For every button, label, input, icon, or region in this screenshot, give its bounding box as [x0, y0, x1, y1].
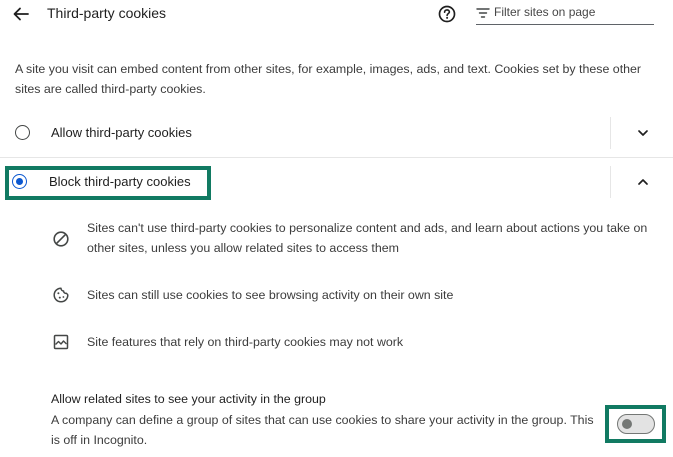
arrow-back-icon [13, 7, 29, 21]
collapse-block-button[interactable] [635, 174, 651, 190]
filter-sites-field [476, 2, 654, 25]
row-divider [610, 166, 611, 198]
allow-option-label: Allow third-party cookies [51, 125, 192, 140]
chevron-up-icon [638, 179, 648, 185]
filter-icon [476, 8, 490, 18]
related-sites-title: Allow related sites to see your activity… [51, 392, 326, 406]
block-detail-text: Sites can still use cookies to see brows… [87, 288, 454, 302]
block-detail-text: Sites can't use third-party cookies to p… [87, 221, 648, 255]
help-button[interactable] [437, 4, 457, 24]
block-icon [53, 231, 69, 247]
page-header: Third-party cookies [0, 0, 673, 28]
chevron-down-icon [638, 130, 648, 136]
toggle-knob [622, 418, 632, 429]
block-radio-button[interactable] [12, 174, 27, 189]
block-option-label: Block third-party cookies [49, 174, 191, 189]
page-title: Third-party cookies [47, 5, 167, 21]
block-detail-text: Site features that rely on third-party c… [87, 335, 404, 349]
image-broken-icon [53, 334, 69, 350]
cookie-settings-page: Third-party cookies A site you visit can… [0, 0, 673, 457]
option-block-third-party-cookies[interactable]: Block third-party cookies [0, 158, 673, 206]
third-party-cookies-description: A site you visit can embed content from … [15, 62, 642, 96]
help-circle-icon [438, 5, 456, 23]
related-sites-description: A company can define a group of sites th… [51, 413, 594, 447]
filter-sites-input[interactable] [494, 3, 652, 21]
cookie-icon [53, 287, 69, 303]
allow-radio-button[interactable] [15, 125, 30, 140]
row-divider [610, 117, 611, 149]
back-button[interactable] [10, 3, 32, 25]
related-sites-toggle[interactable] [617, 414, 655, 434]
option-allow-third-party-cookies[interactable]: Allow third-party cookies [0, 109, 673, 158]
expand-allow-button[interactable] [635, 125, 651, 141]
